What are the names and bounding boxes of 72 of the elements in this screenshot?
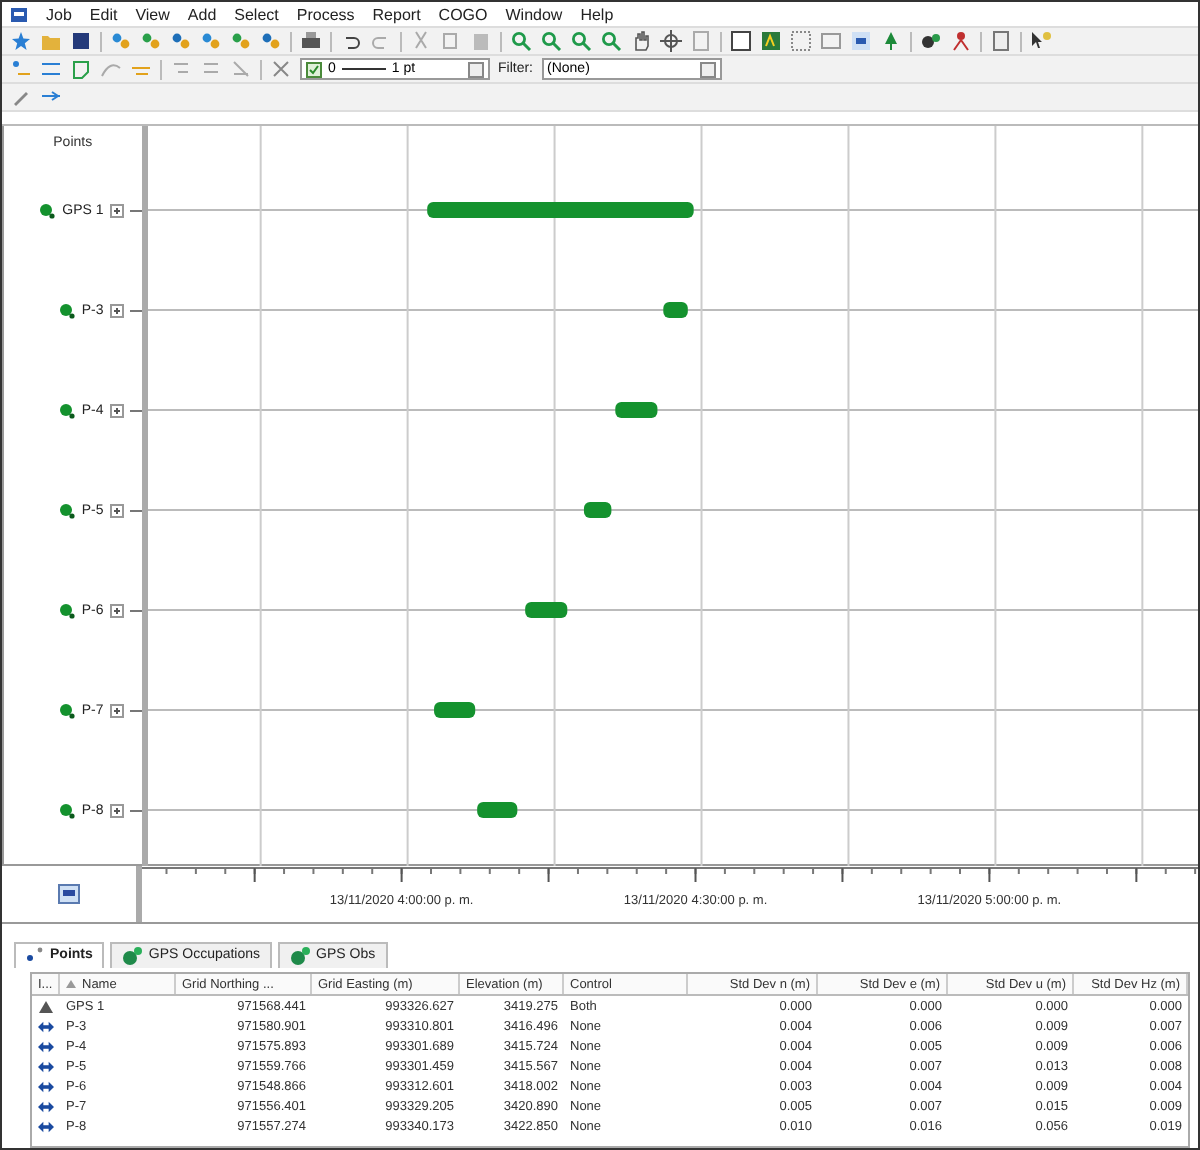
expand-icon[interactable] xyxy=(109,203,124,217)
help-icon[interactable] xyxy=(1030,30,1052,52)
hand-icon[interactable] xyxy=(630,30,652,52)
zoom-icon[interactable] xyxy=(540,30,562,52)
point-icon xyxy=(57,501,76,519)
point-icon xyxy=(57,401,76,419)
double-arrow-icon xyxy=(38,1079,54,1093)
window-icon[interactable] xyxy=(820,30,842,52)
pine-icon[interactable] xyxy=(880,30,902,52)
occupation-bar[interactable] xyxy=(614,402,657,418)
points-icon[interactable] xyxy=(200,30,222,52)
point-icon[interactable] xyxy=(10,58,32,80)
occupation-bar[interactable] xyxy=(583,502,611,518)
line-icon[interactable] xyxy=(40,58,62,80)
menu-item[interactable]: Process xyxy=(296,5,355,23)
menu-item[interactable]: Window xyxy=(505,5,563,23)
sort-icon xyxy=(66,980,76,988)
curve-icon[interactable] xyxy=(100,58,122,80)
star-icon[interactable] xyxy=(10,30,32,52)
satellite-icon xyxy=(290,945,311,965)
occupation-bar[interactable] xyxy=(433,702,475,718)
checkbox[interactable] xyxy=(306,61,322,77)
points-icon[interactable] xyxy=(140,30,162,52)
menu-item[interactable]: Add xyxy=(187,5,217,23)
points-icon[interactable] xyxy=(110,30,132,52)
station-icon[interactable] xyxy=(57,884,80,904)
double-arrow-icon xyxy=(38,1039,54,1053)
double-arrow-icon xyxy=(38,1119,54,1133)
double-arrow-icon xyxy=(38,1059,54,1073)
point-icon xyxy=(57,701,76,719)
occupation-bar[interactable] xyxy=(662,302,688,318)
menu-item[interactable]: Report xyxy=(372,5,421,23)
menu-item[interactable]: Job xyxy=(46,5,72,23)
point-icon xyxy=(57,801,76,819)
triangle-icon xyxy=(38,999,54,1013)
points-icon[interactable] xyxy=(230,30,252,52)
expand-icon[interactable] xyxy=(109,703,124,717)
tripod-icon[interactable] xyxy=(950,30,972,52)
point-icon xyxy=(57,601,76,619)
station-icon[interactable] xyxy=(850,30,872,52)
cut-icon[interactable] xyxy=(410,30,432,52)
expand-icon[interactable] xyxy=(109,303,124,317)
menu-item[interactable]: Select xyxy=(234,5,279,23)
expand-icon[interactable] xyxy=(109,603,124,617)
zoom-icon[interactable] xyxy=(600,30,622,52)
zoom-icon[interactable] xyxy=(570,30,592,52)
delete-icon[interactable] xyxy=(270,58,292,80)
zoom-icon[interactable] xyxy=(510,30,532,52)
double-arrow-icon xyxy=(38,1019,54,1033)
points-icon xyxy=(26,946,44,964)
expand-icon[interactable] xyxy=(109,503,124,517)
report-icon[interactable] xyxy=(990,30,1012,52)
menu-item[interactable]: View xyxy=(135,5,170,23)
satellite-icon xyxy=(122,945,143,965)
expand-icon[interactable] xyxy=(109,403,124,417)
expand-icon[interactable] xyxy=(109,803,124,817)
crosshair-icon[interactable] xyxy=(660,30,682,52)
points-icon[interactable] xyxy=(170,30,192,52)
occupation-bar[interactable] xyxy=(476,802,517,818)
printer-icon[interactable] xyxy=(300,30,322,52)
point-icon xyxy=(38,201,57,219)
page-icon[interactable] xyxy=(690,30,712,52)
grid-icon[interactable] xyxy=(790,30,812,52)
app-icon[interactable] xyxy=(10,5,28,23)
menu-item[interactable]: Edit xyxy=(89,5,118,23)
menu-item[interactable]: COGO xyxy=(438,5,488,23)
occupation-bar[interactable] xyxy=(524,602,567,618)
double-arrow-icon xyxy=(38,1099,54,1113)
point-icon xyxy=(57,301,76,319)
sheet-icon[interactable] xyxy=(730,30,752,52)
menu-item[interactable]: Help xyxy=(580,5,614,23)
points-icon[interactable] xyxy=(260,30,282,52)
